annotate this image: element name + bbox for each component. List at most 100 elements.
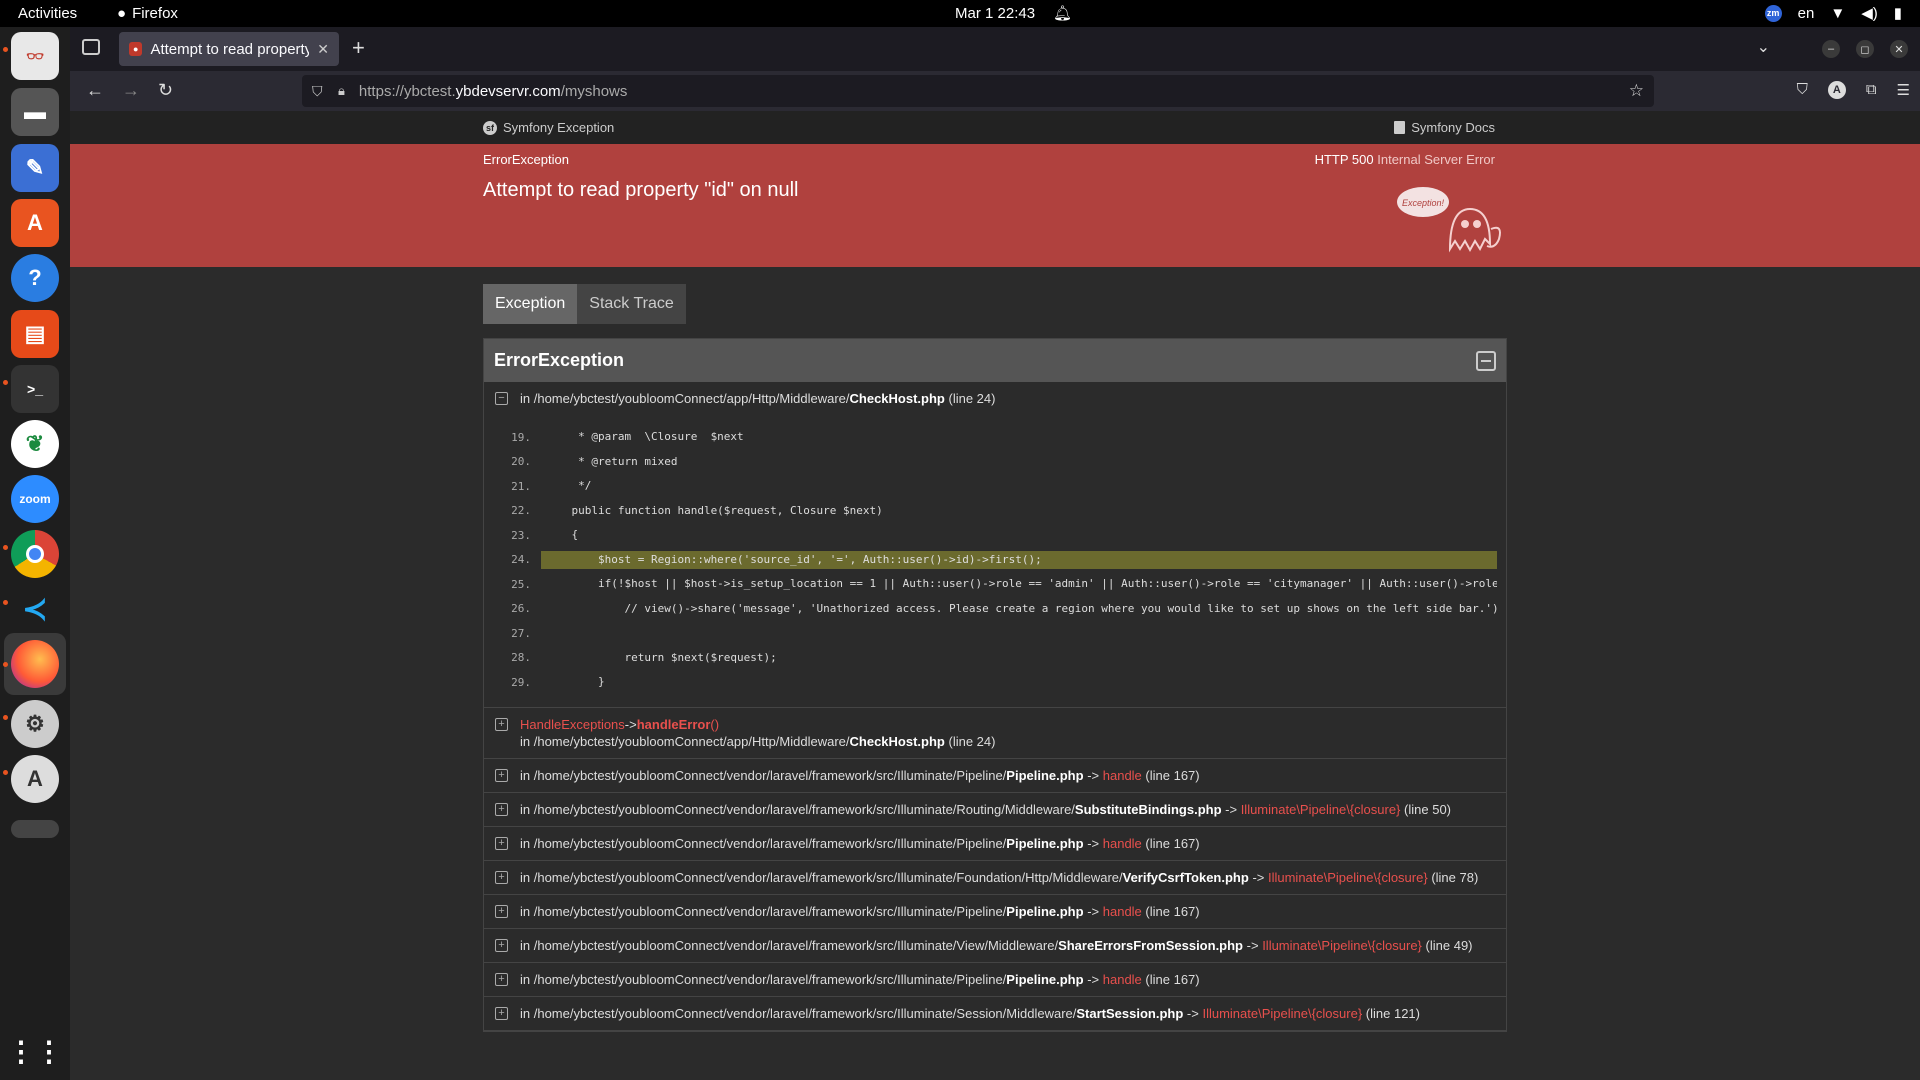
files-icon[interactable]: ▬ [11, 88, 59, 136]
url-text[interactable]: https://ybctest.ybdevservr.com/myshows [359, 83, 627, 100]
expand-icon[interactable]: + [495, 802, 508, 816]
account-icon[interactable]: A [1827, 81, 1846, 99]
trace-item[interactable]: + in /home/ybctest/youbloomConnect/vendor… [484, 759, 1506, 793]
expand-icon[interactable]: + [495, 904, 508, 918]
language-indicator[interactable]: en [1798, 5, 1815, 22]
window-close-icon[interactable]: ✕ [1890, 40, 1908, 58]
code-line: 23. { [484, 523, 1506, 548]
terminal-icon[interactable]: >_ [11, 365, 59, 413]
trace-line: (line 50) [1404, 801, 1451, 817]
line-number: 29. [511, 675, 531, 689]
trace-line: (line 167) [1145, 835, 1200, 851]
tab-title: Attempt to read property "id" on null [150, 40, 310, 58]
navigation-bar: ← → ↻ ⛉ 🔒︎ https://ybctest.ybdevservr.co… [70, 71, 1920, 111]
trace-item[interactable]: + in /home/ybctest/youbloomConnect/vendor… [484, 827, 1506, 861]
clock[interactable]: Mar 1 22:43 🔔︎ [955, 4, 1072, 23]
trace-path: in /home/ybctest/youbloomConnect/vendor/… [520, 767, 1007, 783]
running-indicator [3, 380, 8, 385]
code-line: 19. * @param \Closure $next [484, 425, 1506, 450]
expand-icon[interactable]: + [495, 1006, 508, 1020]
document-viewer-icon[interactable]: 👓︎ [11, 32, 59, 80]
exception-ghost-icon: Exception! [1397, 187, 1501, 253]
zoom-tray-icon[interactable]: zm [1764, 4, 1782, 22]
pocket-icon[interactable]: ⛉ [1797, 81, 1808, 99]
url-bar[interactable]: ⛉ 🔒︎ https://ybctest.ybdevservr.com/mysh… [302, 75, 1654, 107]
url-domain: ybdevservr.com [455, 82, 561, 100]
symfony-favicon-icon: ● [129, 42, 143, 56]
activities-button[interactable]: Activities [18, 5, 77, 22]
line-source: if(!$host || $host->is_setup_location ==… [545, 577, 1497, 591]
trace-method-name: handleError [636, 716, 711, 732]
app-center-icon[interactable]: A [11, 199, 59, 247]
trace-file: SubstituteBindings.php [1074, 801, 1222, 817]
running-indicator [3, 715, 8, 720]
list-all-tabs-icon[interactable]: ⌄ [1757, 37, 1770, 57]
text-editor-icon[interactable]: ✎ [11, 144, 59, 192]
tab-stack-trace[interactable]: Stack Trace [577, 284, 686, 324]
collapse-icon[interactable] [1476, 351, 1496, 371]
expand-icon[interactable]: + [495, 938, 508, 952]
line-number: 19. [511, 430, 531, 444]
extensions-icon[interactable]: ⧉ [1866, 81, 1877, 99]
trace-item[interactable]: + in /home/ybctest/youbloomConnect/vendor… [484, 997, 1506, 1031]
help-icon[interactable]: ? [11, 254, 59, 302]
trace-item[interactable]: + in /home/ybctest/youbloomConnect/vendor… [484, 861, 1506, 895]
expand-icon[interactable]: + [495, 717, 508, 731]
forward-icon[interactable]: → [122, 80, 140, 101]
expand-icon[interactable]: + [495, 836, 508, 850]
system-tray[interactable]: zm en ▼ ◀) ▮ [1764, 4, 1902, 22]
reload-icon[interactable]: ↻ [158, 80, 173, 101]
line-source: } [545, 675, 605, 689]
trace-item[interactable]: + in /home/ybctest/youbloomConnect/vendor… [484, 793, 1506, 827]
trace-function: handle [1102, 767, 1142, 783]
app-name: Firefox [132, 5, 178, 22]
expand-icon[interactable]: + [495, 768, 508, 782]
removable-drive-icon[interactable] [11, 820, 59, 838]
mongodb-compass-icon[interactable]: ❦ [11, 420, 59, 468]
trace-line: (line 78) [1431, 869, 1479, 885]
trace-arrow: -> [1225, 801, 1238, 817]
trace-arrow: -> [1087, 767, 1100, 783]
line-number: 22. [511, 504, 531, 518]
expand-icon[interactable]: + [495, 870, 508, 884]
trace-function: handle [1102, 903, 1142, 919]
show-apps-icon[interactable]: ⋮⋮ [7, 1027, 63, 1075]
software-updater-icon[interactable]: A [11, 755, 59, 803]
running-indicator [3, 770, 8, 775]
trace-path: in /home/ybctest/youbloomConnect/vendor/… [520, 1005, 1077, 1021]
firefox-dock-icon[interactable] [11, 640, 59, 688]
app-menu[interactable]: ● Firefox [117, 5, 178, 22]
vscode-icon[interactable]: ≺ [11, 585, 59, 633]
collapse-trace-icon[interactable]: − [495, 392, 508, 405]
tab-close-icon[interactable]: ✕ [317, 41, 329, 58]
expand-icon[interactable]: + [495, 972, 508, 986]
line-source: { [545, 528, 579, 542]
menu-icon[interactable]: ☰ [1897, 81, 1910, 99]
new-tab-button[interactable]: + [352, 35, 365, 61]
slides-icon[interactable]: ▤ [11, 310, 59, 358]
trace-item[interactable]: + in /home/ybctest/youbloomConnect/vendor… [484, 895, 1506, 929]
bookmark-star-icon[interactable]: ☆ [1629, 81, 1644, 101]
symfony-docs-link[interactable]: Symfony Docs [1394, 120, 1495, 135]
firefox-view-icon[interactable] [82, 39, 100, 55]
chrome-icon[interactable] [11, 530, 59, 578]
lock-icon[interactable]: 🔒︎ [338, 83, 345, 99]
code-line: 25. if(!$host || $host->is_setup_locatio… [484, 572, 1506, 597]
docs-text: Symfony Docs [1411, 120, 1495, 135]
active-tab[interactable]: ● Attempt to read property "id" on null … [119, 32, 339, 66]
tracking-protection-icon[interactable]: ⛉ [312, 83, 326, 99]
settings-icon[interactable]: ⚙ [11, 700, 59, 748]
back-icon[interactable]: ← [86, 80, 104, 101]
trace-line: (line 121) [1365, 1005, 1420, 1021]
line-source [541, 624, 1497, 642]
exception-banner: ErrorException HTTP 500 Internal Server … [70, 144, 1920, 267]
zoom-icon[interactable]: zoom [11, 475, 59, 523]
tab-exception[interactable]: Exception [483, 284, 578, 324]
trace-item[interactable]: + HandleExceptions->handleError() in /ho… [484, 708, 1506, 759]
code-snippet: 19. * @param \Closure $next 20. * @retur… [484, 415, 1506, 707]
trace-item[interactable]: + in /home/ybctest/youbloomConnect/vendor… [484, 963, 1506, 997]
trace-item[interactable]: + in /home/ybctest/youbloomConnect/vendor… [484, 929, 1506, 963]
minimize-icon[interactable]: – [1822, 40, 1840, 58]
exception-message: Attempt to read property "id" on null [483, 179, 799, 201]
maximize-icon[interactable]: ◻ [1856, 40, 1874, 58]
